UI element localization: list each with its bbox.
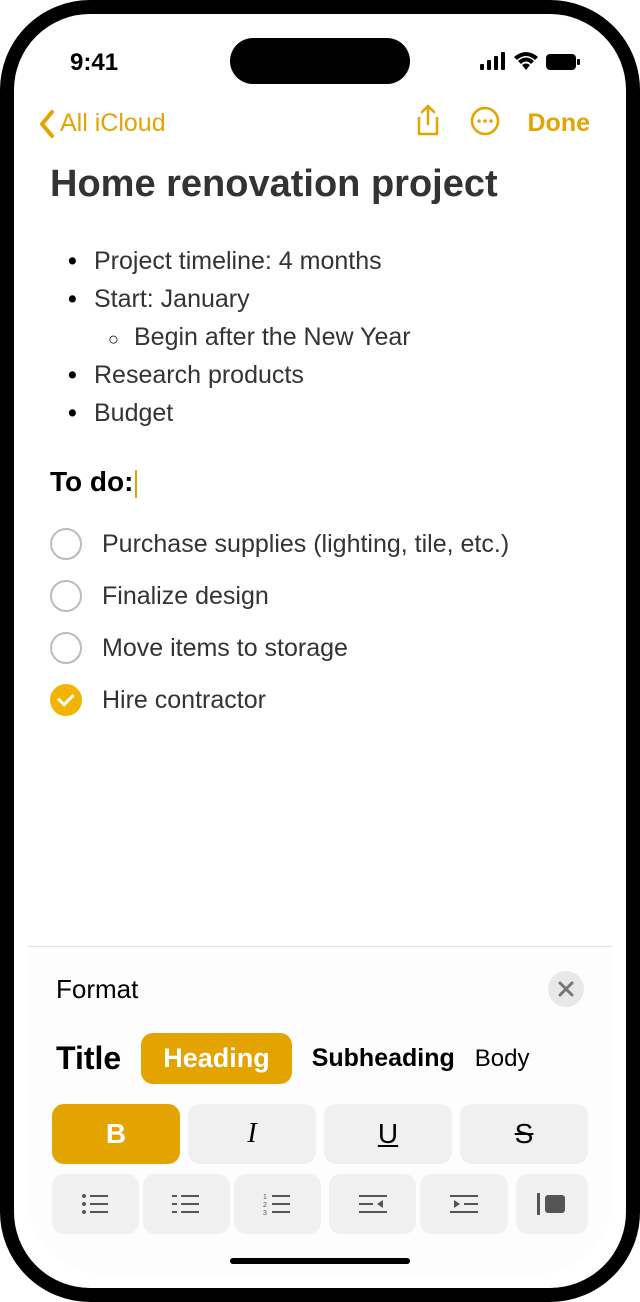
checkbox[interactable] (50, 580, 82, 612)
status-time: 9:41 (70, 49, 118, 77)
checklist-label: Move items to storage (102, 634, 348, 663)
indent-button[interactable] (420, 1174, 508, 1234)
style-heading-button[interactable]: Heading (141, 1033, 292, 1084)
bullet-item: Budget (68, 394, 590, 432)
checklist-label: Finalize design (102, 582, 269, 611)
dash-list-button[interactable] (143, 1174, 230, 1234)
heading-text: To do: (50, 466, 133, 497)
format-label: Format (56, 974, 138, 1005)
note-content[interactable]: Home renovation project Project timeline… (14, 153, 626, 726)
bullet-item: Research products (68, 356, 590, 394)
notch (230, 38, 410, 84)
indent-icon (450, 1193, 478, 1215)
outdent-icon (359, 1193, 387, 1215)
wifi-icon (514, 49, 538, 77)
cellular-icon (480, 49, 506, 77)
checklist: Purchase supplies (lighting, tile, etc.)… (50, 518, 590, 726)
checklist-label: Hire contractor (102, 686, 266, 715)
numbered-list-icon: 123 (263, 1193, 291, 1215)
close-format-button[interactable] (548, 971, 584, 1007)
bold-button[interactable]: B (52, 1104, 180, 1164)
back-label: All iCloud (60, 109, 166, 138)
outdent-button[interactable] (329, 1174, 417, 1234)
bullet-list-button[interactable] (52, 1174, 139, 1234)
dash-list-icon (172, 1193, 200, 1215)
bullet-list-icon (81, 1193, 109, 1215)
bullet-list: Project timeline: 4 monthsStart: January… (50, 242, 590, 432)
checkbox[interactable] (50, 528, 82, 560)
style-row: Title Heading Subheading Body (48, 1033, 592, 1104)
checklist-item: Move items to storage (50, 622, 590, 674)
bullet-item: Begin after the New Year (68, 318, 590, 356)
home-indicator[interactable] (230, 1258, 410, 1264)
underline-button[interactable]: U (324, 1104, 452, 1164)
chevron-left-icon (38, 110, 56, 138)
back-button[interactable]: All iCloud (38, 109, 166, 138)
svg-text:1: 1 (263, 1194, 267, 1201)
side-button (0, 250, 2, 296)
close-icon (558, 981, 574, 997)
section-heading: To do: (50, 466, 137, 498)
style-title-button[interactable]: Title (56, 1040, 121, 1077)
more-button[interactable] (470, 106, 500, 141)
share-button[interactable] (414, 104, 442, 143)
strikethrough-button[interactable]: S (460, 1104, 588, 1164)
checklist-item: Purchase supplies (lighting, tile, etc.) (50, 518, 590, 570)
block-quote-icon (537, 1191, 567, 1217)
svg-text:3: 3 (263, 1210, 267, 1215)
bullet-item: Start: January (68, 280, 590, 318)
volume-up-button (0, 330, 2, 420)
format-panel: Format Title Heading Subheading Body B I… (28, 946, 612, 1274)
bullet-item: Project timeline: 4 months (68, 242, 590, 280)
device-frame: 9:41 All iCloud Done (0, 0, 640, 1302)
style-subheading-button[interactable]: Subheading (312, 1044, 455, 1073)
checklist-item: Hire contractor (50, 674, 590, 726)
checklist-label: Purchase supplies (lighting, tile, etc.) (102, 530, 509, 559)
style-body-button[interactable]: Body (475, 1045, 530, 1073)
italic-button[interactable]: I (188, 1104, 316, 1164)
note-title: Home renovation project (50, 163, 590, 206)
checkbox[interactable] (50, 684, 82, 716)
done-button[interactable]: Done (528, 109, 591, 138)
nav-bar: All iCloud Done (14, 84, 626, 153)
volume-down-button (0, 440, 2, 530)
block-quote-button[interactable] (516, 1174, 588, 1234)
numbered-list-button[interactable]: 123 (234, 1174, 321, 1234)
battery-icon (546, 49, 580, 77)
checklist-item: Finalize design (50, 570, 590, 622)
text-cursor (135, 470, 137, 498)
svg-text:2: 2 (263, 1202, 267, 1209)
checkbox[interactable] (50, 632, 82, 664)
